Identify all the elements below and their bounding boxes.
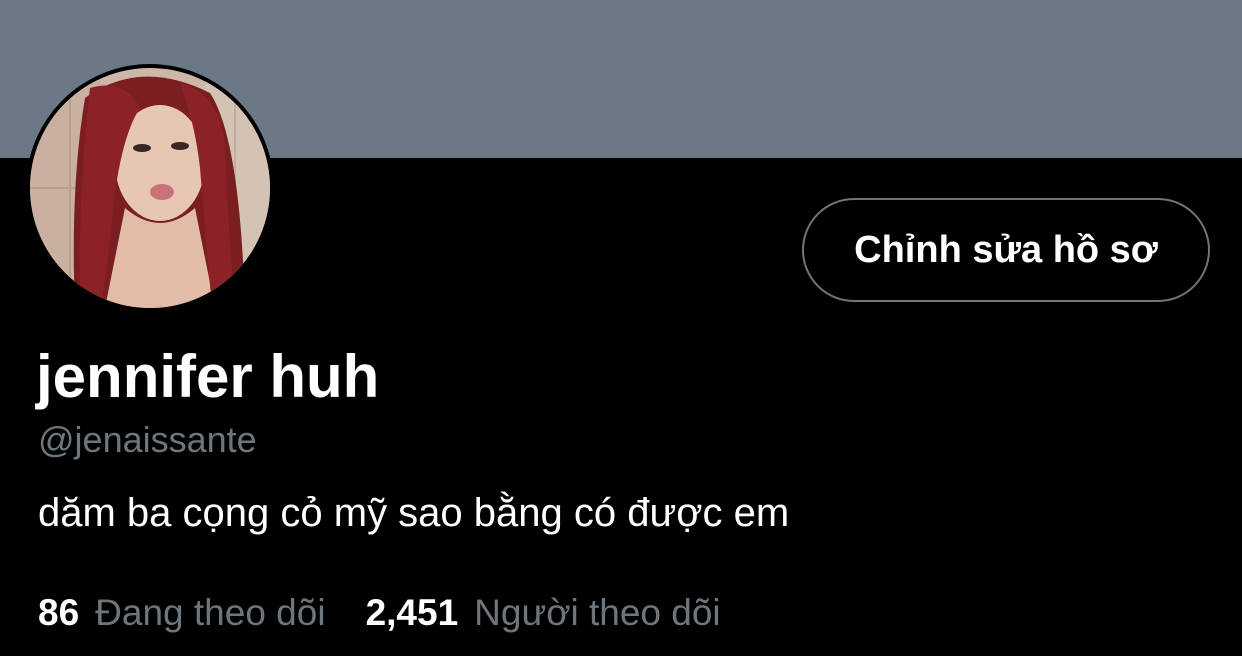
profile-stats: 86 Đang theo dõi 2,451 Người theo dõi	[38, 588, 721, 638]
following-label: Đang theo dõi	[95, 592, 326, 633]
followers-count: 2,451	[365, 592, 459, 633]
followers-link[interactable]: 2,451 Người theo dõi	[366, 592, 721, 634]
following-link[interactable]: 86 Đang theo dõi	[38, 592, 326, 634]
avatar[interactable]	[26, 64, 274, 312]
user-handle: @jenaissante	[38, 419, 257, 460]
following-count: 86	[38, 592, 80, 633]
profile-photo-icon	[30, 68, 270, 308]
followers-label: Người theo dõi	[474, 592, 721, 633]
profile-bio: dăm ba cọng cỏ mỹ sao bằng có được em	[38, 491, 790, 535]
display-name: jennifer huh	[36, 343, 380, 410]
edit-profile-button[interactable]: Chỉnh sửa hồ sơ	[802, 198, 1210, 302]
